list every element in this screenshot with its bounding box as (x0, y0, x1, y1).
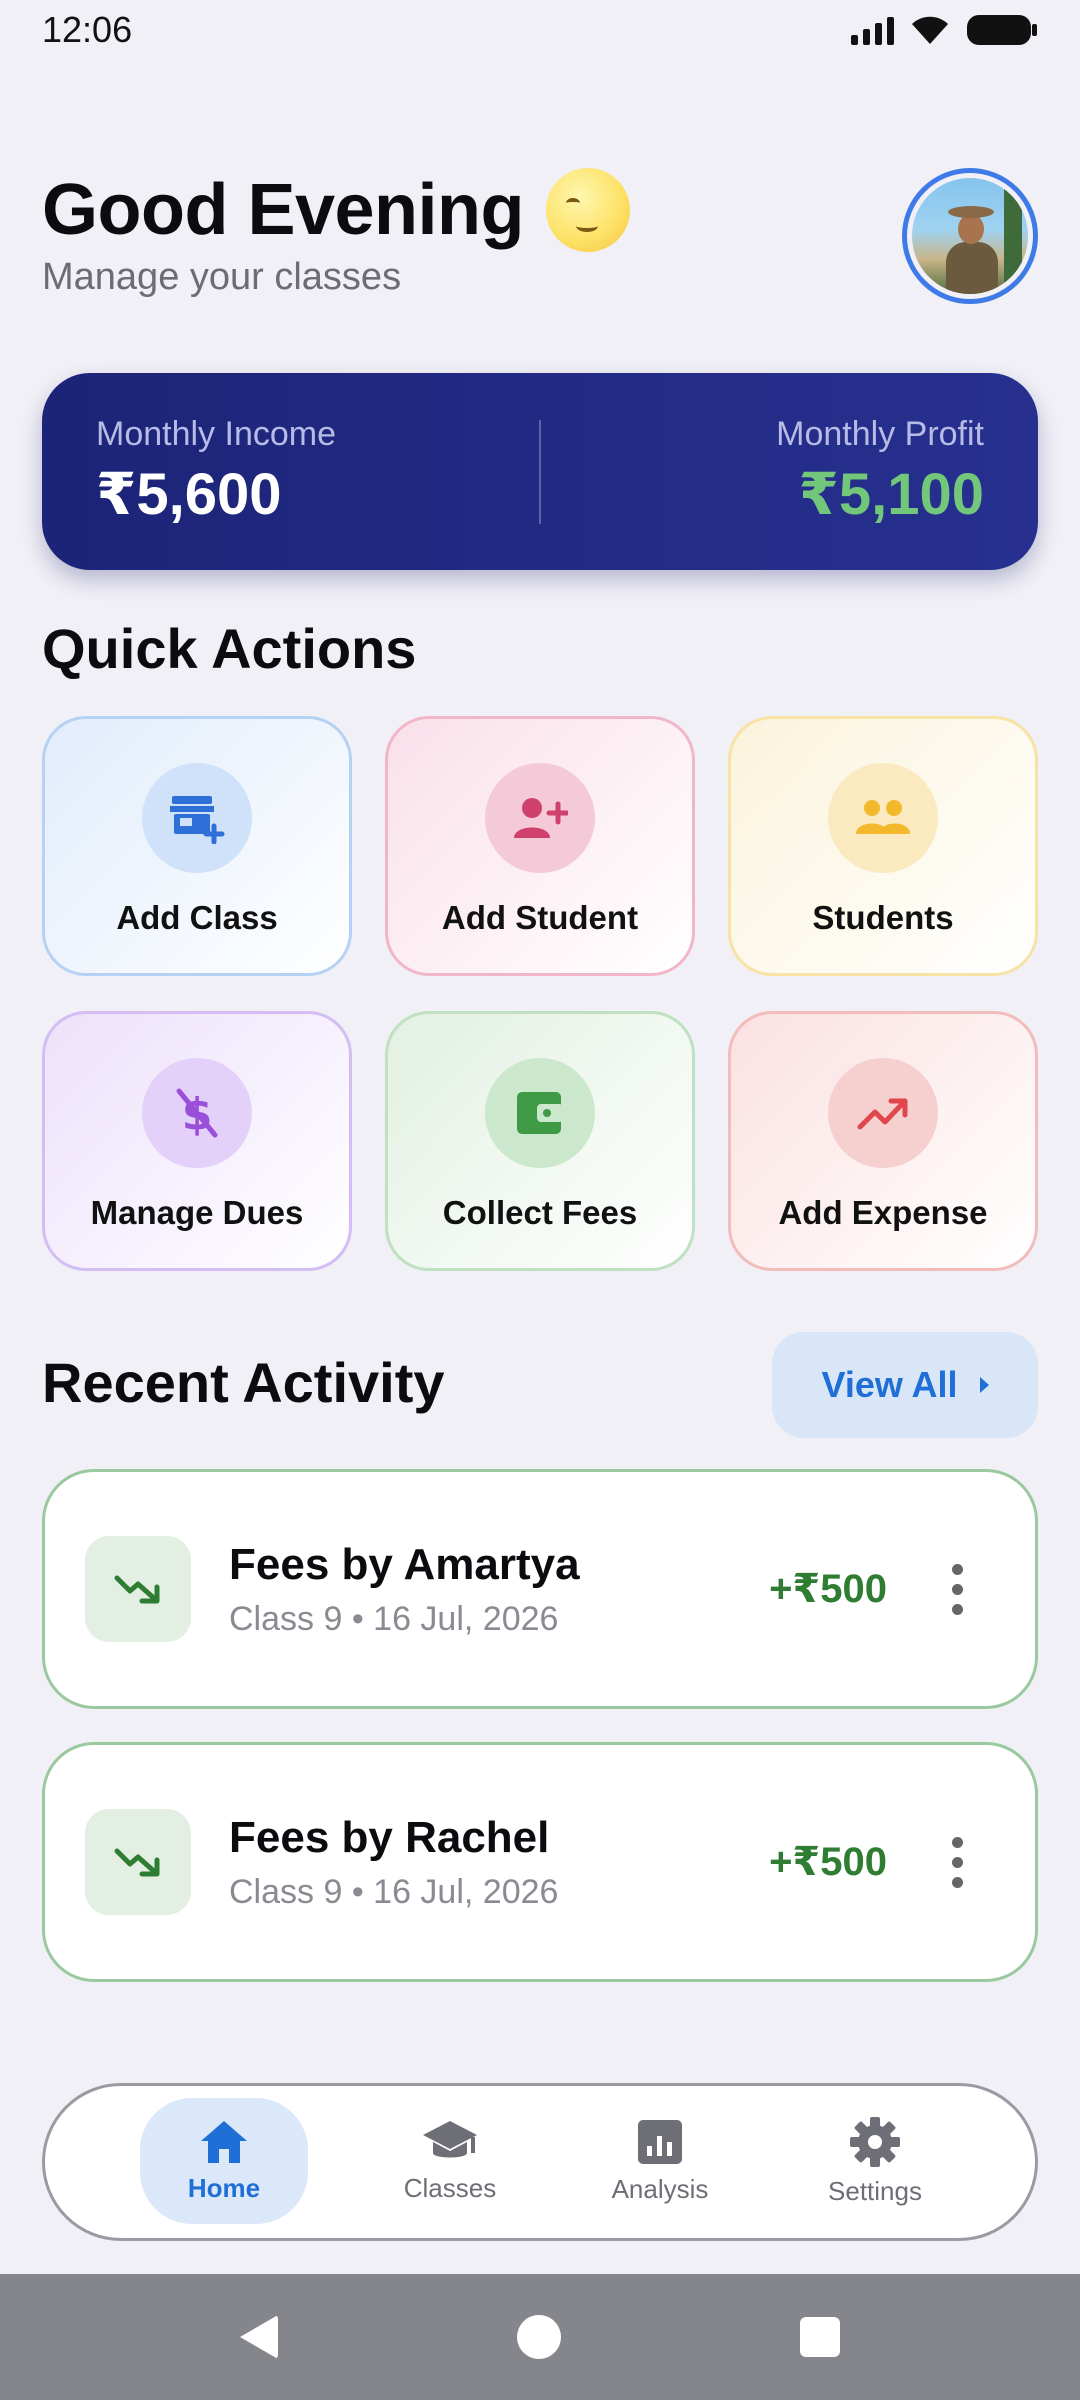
avatar[interactable] (902, 168, 1038, 304)
quick-actions-title: Quick Actions (42, 617, 417, 680)
add-expense-label: Add Expense (778, 1194, 988, 1231)
status-icons (851, 13, 1038, 47)
manage-dues-label: Manage Dues (90, 1194, 304, 1231)
activity-title: Fees by Amartya (229, 1539, 580, 1589)
income-section: Monthly Income ₹5,600 (42, 415, 539, 528)
nav-analysis[interactable]: Analysis (585, 2098, 735, 2224)
summary-card: Monthly Income ₹5,600 Monthly Profit ₹5,… (42, 373, 1038, 570)
wifi-icon (910, 14, 950, 46)
nav-classes-label: Classes (403, 2172, 497, 2203)
profit-label: Monthly Profit (776, 415, 984, 453)
group-icon (828, 763, 938, 873)
nav-settings-label: Settings (828, 2175, 922, 2206)
income-label: Monthly Income (96, 415, 336, 453)
moon-face-icon (546, 168, 631, 252)
arrow-right-icon (979, 1377, 989, 1393)
activity-card[interactable]: Fees by Rachel Class 9 • 16 Jul, 2026 +₹… (42, 1742, 1038, 1982)
money-off-icon: $ (142, 1058, 252, 1168)
status-bar: 12:06 (0, 0, 1080, 60)
manage-dues-button[interactable]: $ Manage Dues (42, 1011, 352, 1271)
view-all-button[interactable]: View All (772, 1332, 1038, 1438)
collect-fees-button[interactable]: Collect Fees (385, 1011, 695, 1271)
trending-up-icon (828, 1058, 938, 1168)
greeting-subtitle: Manage your classes (42, 256, 402, 298)
nav-classes[interactable]: Classes (375, 2098, 525, 2224)
students-button[interactable]: Students (728, 716, 1038, 976)
more-options-icon[interactable] (939, 1554, 975, 1624)
activity-card[interactable]: Fees by Amartya Class 9 • 16 Jul, 2026 +… (42, 1469, 1038, 1709)
avatar-photo (912, 178, 1028, 294)
signal-icon (851, 15, 894, 45)
greeting-text: Good Evening (42, 170, 525, 250)
activity-amount: +₹500 (769, 1840, 887, 1884)
school-icon (423, 2120, 477, 2157)
add-class-button[interactable]: Add Class (42, 716, 352, 976)
activity-meta: Class 9 • 16 Jul, 2026 (229, 1872, 559, 1911)
activity-title: Fees by Rachel (229, 1812, 550, 1862)
view-all-label: View All (821, 1364, 958, 1405)
profit-section: Monthly Profit ₹5,100 (541, 415, 1038, 528)
home-icon (201, 2120, 247, 2163)
activity-text: Fees by Rachel Class 9 • 16 Jul, 2026 (229, 1813, 769, 1912)
more-options-icon[interactable] (939, 1827, 975, 1897)
system-nav-bar (0, 2274, 1080, 2400)
home-circle-icon[interactable] (516, 2315, 561, 2359)
add-class-label: Add Class (116, 899, 278, 936)
trending-down-icon (85, 1809, 191, 1915)
analytics-icon (638, 2119, 682, 2164)
nav-analysis-label: Analysis (611, 2173, 709, 2204)
activity-amount: +₹500 (769, 1567, 887, 1611)
store-add-icon (142, 763, 252, 873)
back-icon[interactable] (239, 2315, 278, 2359)
add-expense-button[interactable]: Add Expense (728, 1011, 1038, 1271)
nav-home-label: Home (187, 2172, 261, 2203)
person-add-icon (485, 763, 595, 873)
greeting-block: Good Evening Manage your classes (42, 168, 631, 299)
nav-home[interactable]: Home (140, 2098, 308, 2224)
income-value: ₹5,600 (96, 462, 282, 527)
bottom-nav: Home Classes Analysis Settings (42, 2083, 1038, 2241)
status-time: 12:06 (42, 9, 133, 50)
collect-fees-label: Collect Fees (442, 1194, 638, 1231)
students-label: Students (812, 899, 954, 936)
add-student-button[interactable]: Add Student (385, 716, 695, 976)
trending-down-icon (85, 1536, 191, 1642)
battery-icon (966, 13, 1038, 47)
nav-settings[interactable]: Settings (800, 2098, 950, 2224)
recent-activity-title: Recent Activity (42, 1351, 445, 1414)
profit-value: ₹5,100 (798, 462, 985, 527)
activity-text: Fees by Amartya Class 9 • 16 Jul, 2026 (229, 1540, 769, 1639)
greeting-title: Good Evening (42, 168, 631, 252)
activity-meta: Class 9 • 16 Jul, 2026 (229, 1599, 559, 1638)
recents-icon[interactable] (800, 2317, 841, 2357)
settings-icon (850, 2116, 900, 2167)
add-student-label: Add Student (441, 899, 639, 936)
wallet-icon (485, 1058, 595, 1168)
